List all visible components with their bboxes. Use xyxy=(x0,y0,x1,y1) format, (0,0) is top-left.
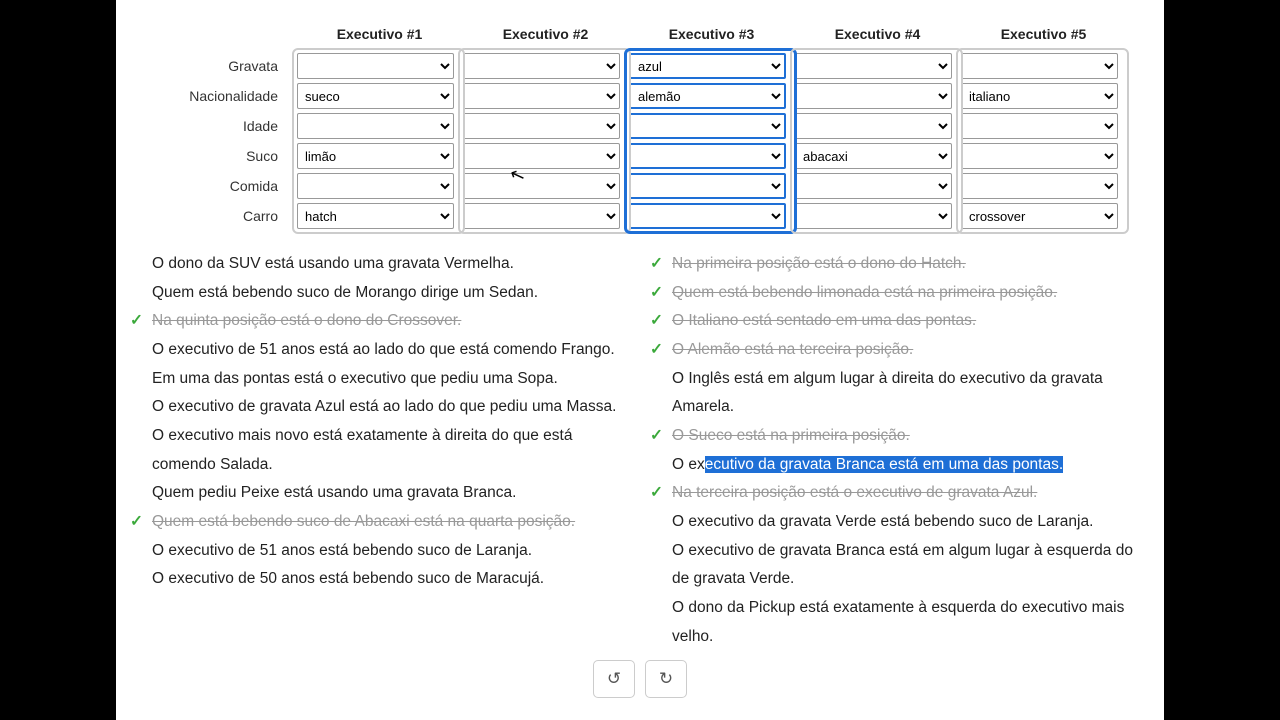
clue[interactable]: Quem está bebendo suco de Abacaxi está n… xyxy=(130,508,630,537)
value-select[interactable]: hatch xyxy=(297,203,454,229)
clue[interactable]: Em uma das pontas está o executivo que p… xyxy=(130,365,630,394)
clue[interactable]: O Inglês está em algum lugar à direita d… xyxy=(650,365,1150,422)
value-select[interactable] xyxy=(961,143,1118,169)
clue[interactable]: Na primeira posição está o dono do Hatch… xyxy=(650,250,1150,279)
value-select[interactable] xyxy=(629,113,786,139)
value-select[interactable] xyxy=(961,113,1118,139)
clue[interactable]: O executivo mais novo está exatamente à … xyxy=(130,422,630,479)
clue[interactable]: O executivo da gravata Branca está em um… xyxy=(650,451,1150,480)
row-label: Nacionalidade xyxy=(124,82,296,110)
value-select[interactable] xyxy=(961,173,1118,199)
undo-button[interactable]: ↺ xyxy=(593,660,635,698)
clue[interactable]: O dono da Pickup está exatamente à esque… xyxy=(650,594,1150,651)
clue[interactable]: O executivo de 51 anos está ao lado do q… xyxy=(130,336,630,365)
value-select[interactable] xyxy=(629,173,786,199)
value-select[interactable] xyxy=(463,53,620,79)
column-header: Executivo #4 xyxy=(795,18,960,50)
value-select[interactable]: alemão xyxy=(629,83,786,109)
value-select[interactable] xyxy=(795,113,952,139)
column-header: Executivo #2 xyxy=(463,18,628,50)
value-select[interactable] xyxy=(629,203,786,229)
clue[interactable]: O Sueco está na primeira posição. xyxy=(650,422,1150,451)
clue[interactable]: O Italiano está sentado em uma das ponta… xyxy=(650,307,1150,336)
value-select[interactable]: italiano xyxy=(961,83,1118,109)
value-select[interactable]: crossover xyxy=(961,203,1118,229)
clue[interactable]: Quem está bebendo limonada está na prime… xyxy=(650,279,1150,308)
value-select[interactable] xyxy=(795,203,952,229)
clues-left: O dono da SUV está usando uma gravata Ve… xyxy=(130,250,630,651)
value-select[interactable] xyxy=(463,113,620,139)
clue[interactable]: O executivo de gravata Branca está em al… xyxy=(650,537,1150,594)
puzzle-page: Executivo #1Executivo #2Executivo #3Exec… xyxy=(116,0,1164,720)
clues-right: Na primeira posição está o dono do Hatch… xyxy=(650,250,1150,651)
clue[interactable]: Na quinta posição está o dono do Crossov… xyxy=(130,307,630,336)
row-label: Idade xyxy=(124,112,296,140)
value-select[interactable] xyxy=(961,53,1118,79)
clues: O dono da SUV está usando uma gravata Ve… xyxy=(116,230,1164,651)
value-select[interactable] xyxy=(795,83,952,109)
row-label: Suco xyxy=(124,142,296,170)
clue[interactable]: O executivo da gravata Verde está bebend… xyxy=(650,508,1150,537)
row-label: Comida xyxy=(124,172,296,200)
clue[interactable]: Quem está bebendo suco de Morango dirige… xyxy=(130,279,630,308)
value-select[interactable] xyxy=(463,143,620,169)
clue[interactable]: O Alemão está na terceira posição. xyxy=(650,336,1150,365)
controls: ↺ ↻ xyxy=(593,660,687,698)
clue[interactable]: O executivo de 50 anos está bebendo suco… xyxy=(130,565,630,594)
value-select[interactable] xyxy=(795,173,952,199)
clue[interactable]: O executivo de gravata Azul está ao lado… xyxy=(130,393,630,422)
column-header: Executivo #5 xyxy=(961,18,1126,50)
value-select[interactable]: limão xyxy=(297,143,454,169)
value-select[interactable] xyxy=(463,203,620,229)
value-select[interactable]: abacaxi xyxy=(795,143,952,169)
clue[interactable]: Quem pediu Peixe está usando uma gravata… xyxy=(130,479,630,508)
clue[interactable]: O executivo de 51 anos está bebendo suco… xyxy=(130,537,630,566)
column-header: Executivo #3 xyxy=(629,18,794,50)
value-select[interactable] xyxy=(297,53,454,79)
value-select[interactable] xyxy=(463,83,620,109)
column-header: Executivo #1 xyxy=(297,18,462,50)
value-select[interactable] xyxy=(297,173,454,199)
row-label: Gravata xyxy=(124,52,296,80)
value-select[interactable]: azul xyxy=(629,53,786,79)
value-select[interactable] xyxy=(629,143,786,169)
value-select[interactable] xyxy=(297,113,454,139)
clue[interactable]: O dono da SUV está usando uma gravata Ve… xyxy=(130,250,630,279)
row-label: Carro xyxy=(124,202,296,230)
redo-button[interactable]: ↻ xyxy=(645,660,687,698)
value-select[interactable] xyxy=(463,173,620,199)
value-select[interactable] xyxy=(795,53,952,79)
solution-grid: Executivo #1Executivo #2Executivo #3Exec… xyxy=(116,18,1164,230)
value-select[interactable]: sueco xyxy=(297,83,454,109)
clue[interactable]: Na terceira posição está o executivo de … xyxy=(650,479,1150,508)
